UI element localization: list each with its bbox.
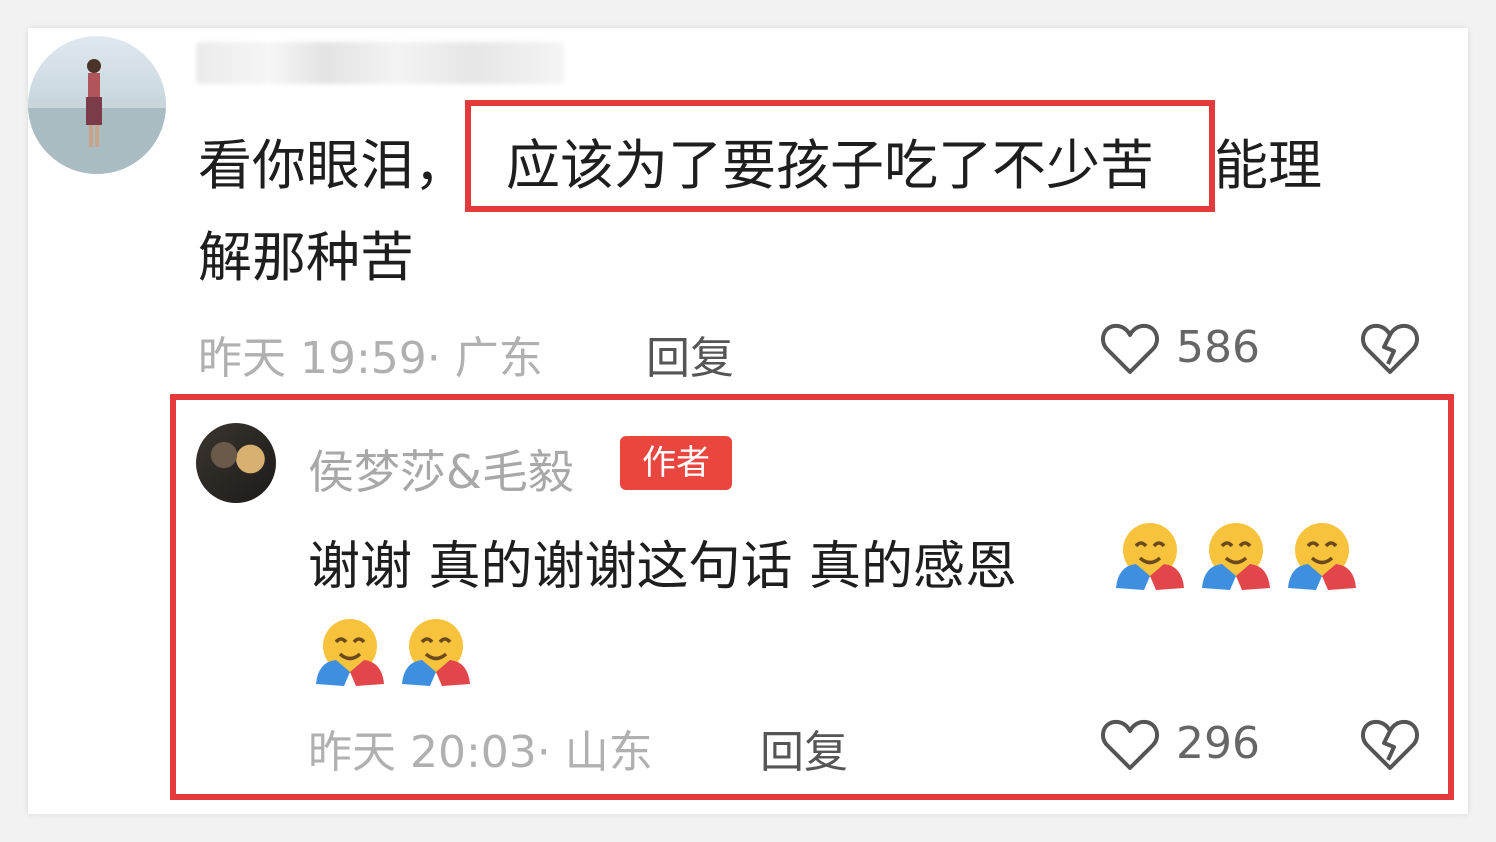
heart-icon	[1100, 323, 1160, 374]
comment-dislike-button[interactable]	[1360, 320, 1420, 380]
comment-meta: 昨天 19:59· 广东	[198, 322, 543, 386]
heart-icon	[1100, 719, 1160, 770]
commenter-avatar[interactable]	[28, 36, 166, 174]
author-badge: 作者	[620, 436, 732, 490]
broken-heart-icon	[1360, 719, 1420, 770]
comment-like-button[interactable]	[1100, 320, 1160, 380]
reply-meta: 昨天 20:03· 山东	[308, 716, 653, 780]
broken-heart-icon	[1360, 323, 1420, 374]
comment-like-count: 586	[1176, 322, 1260, 373]
reply-text: 谢谢 真的谢谢这句话 真的感恩	[308, 537, 1018, 597]
reply-like-count: 296	[1176, 718, 1260, 769]
comment-text-line2: 解那种苦	[198, 226, 414, 289]
reply-author-name[interactable]: 侯梦莎&毛毅	[308, 436, 574, 502]
hugging-face-emoji	[396, 614, 472, 694]
author-avatar[interactable]	[196, 423, 276, 503]
comment-text-end: 能理	[1214, 134, 1322, 197]
hugging-face-emoji	[1196, 518, 1272, 598]
comment-text-start: 看你眼泪，	[198, 134, 468, 197]
comment-reply-button[interactable]: 回复	[646, 322, 734, 386]
highlight-box	[465, 100, 1215, 212]
reply-dislike-button[interactable]	[1360, 716, 1420, 776]
hugging-face-emoji	[1282, 518, 1358, 598]
comment-time: 昨天 19:59	[198, 333, 427, 384]
reply-location: · 山东	[536, 727, 653, 778]
reply-reply-button[interactable]: 回复	[760, 716, 848, 780]
reply-like-button[interactable]	[1100, 716, 1160, 776]
comment-location: · 广东	[426, 333, 543, 384]
hugging-face-emoji	[310, 614, 386, 694]
commenter-name-blurred	[196, 42, 564, 84]
reply-time: 昨天 20:03	[308, 727, 537, 778]
hugging-face-emoji	[1110, 518, 1186, 598]
